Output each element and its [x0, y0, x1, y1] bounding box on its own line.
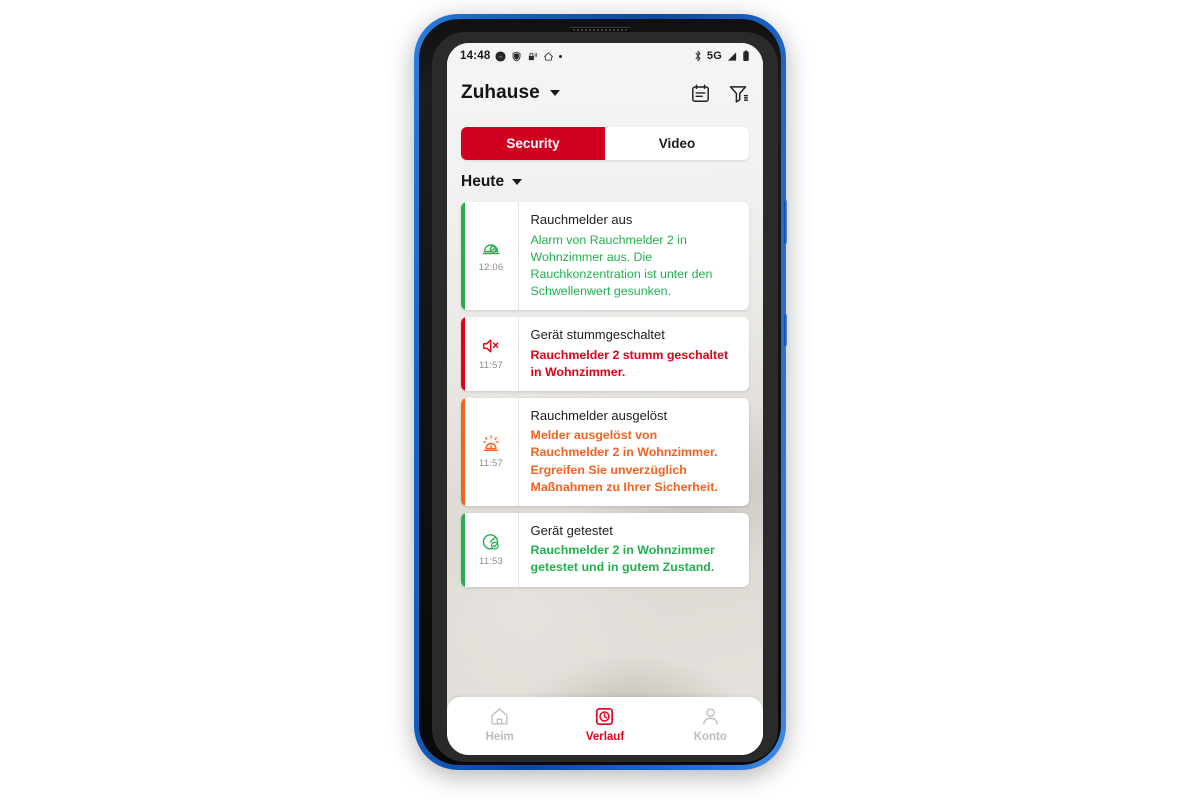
tab-security[interactable]: Security	[461, 127, 605, 160]
bluetooth-icon	[693, 50, 703, 62]
event-title: Rauchmelder aus	[530, 212, 633, 227]
siren-alarm-icon	[481, 434, 501, 454]
signal-icon	[726, 51, 738, 62]
network-label: 5G	[706, 50, 722, 62]
event-meta: 11:57	[465, 397, 519, 506]
speaker-grille	[573, 29, 627, 31]
event-title: Rauchmelder ausgelöst	[530, 407, 668, 423]
bottom-navigation: Heim Verlauf Konto	[447, 697, 763, 755]
status-bar: 14:48 5G	[447, 43, 763, 69]
more-dot-icon	[559, 54, 563, 58]
smoke-detector-ok-icon	[481, 238, 501, 258]
nav-item-heim[interactable]: Heim	[447, 706, 552, 743]
tab-video[interactable]: Video	[605, 127, 749, 160]
event-title: Gerät stummgeschaltet	[530, 326, 665, 342]
shield-icon	[511, 51, 522, 62]
event-time: 11:57	[478, 458, 504, 470]
page-root: 14:48 5G Zuhause Security Video Heute 12…	[0, 0, 1200, 800]
home-assistant-icon	[543, 51, 554, 62]
event-card[interactable]: 12:06 Rauchmelder aus Alarm von Rauchmel…	[461, 202, 749, 310]
nav-label-konto: Konto	[693, 730, 727, 743]
page-title: Zuhause	[461, 82, 540, 103]
messenger-icon	[495, 50, 506, 62]
phone-device: 14:48 5G Zuhause Security Video Heute 12…	[414, 14, 787, 770]
nav-item-konto[interactable]: Konto	[658, 706, 763, 743]
test-check-icon	[481, 532, 501, 552]
phone-screen: 14:48 5G Zuhause Security Video Heute 12…	[447, 43, 763, 755]
day-selector[interactable]: Heute	[461, 173, 523, 191]
event-time: 11:57	[478, 360, 504, 372]
app-bar: Zuhause	[447, 69, 763, 117]
event-description: Rauchmelder 2 in Wohnzimmer getestet und…	[530, 543, 715, 575]
event-description: Melder ausgelöst von Rauchmelder 2 in Wo…	[530, 428, 718, 494]
calendar-icon[interactable]	[690, 83, 711, 104]
event-card[interactable]: 11:57 Rauchmelder ausgelöst Melder ausge…	[461, 397, 750, 506]
app-bar-actions	[690, 83, 749, 104]
lock-nfc-icon	[527, 51, 538, 62]
home-selector[interactable]: Zuhause	[461, 82, 560, 104]
event-content: Rauchmelder aus Alarm von Rauchmelder 2 …	[519, 202, 750, 310]
event-description: Rauchmelder 2 stumm geschaltet in Wohnzi…	[530, 347, 729, 379]
power-button[interactable]	[784, 200, 787, 244]
event-content: Rauchmelder ausgelöst Melder ausgelöst v…	[519, 398, 750, 506]
history-icon	[594, 706, 615, 727]
event-meta: 11:53	[465, 512, 519, 587]
event-meta: 12:06	[465, 202, 519, 310]
event-title: Gerät getestet	[530, 522, 613, 538]
event-time: 11:53	[478, 556, 504, 568]
nav-item-verlauf[interactable]: Verlauf	[552, 706, 657, 743]
chevron-down-icon	[549, 90, 560, 96]
event-description: Alarm von Rauchmelder 2 in Wohnzimmer au…	[530, 232, 713, 298]
volume-button[interactable]	[784, 314, 787, 346]
status-time: 14:48	[460, 50, 491, 62]
event-card[interactable]: 11:57 Gerät stummgeschaltet Rauchmelder …	[461, 316, 750, 391]
status-bar-right: 5G	[693, 50, 750, 62]
speaker-muted-icon	[481, 336, 501, 356]
event-meta: 11:57	[465, 316, 519, 391]
filter-icon[interactable]	[728, 83, 749, 104]
event-content: Gerät stummgeschaltet Rauchmelder 2 stum…	[519, 317, 750, 391]
chevron-down-icon	[512, 179, 523, 185]
nav-label-verlauf: Verlauf	[585, 730, 625, 743]
account-icon	[700, 706, 721, 727]
battery-icon	[742, 50, 750, 62]
segmented-control: Security Video	[461, 127, 749, 160]
event-list: 12:06 Rauchmelder aus Alarm von Rauchmel…	[461, 202, 749, 587]
event-card[interactable]: 11:53 Gerät getestet Rauchmelder 2 in Wo…	[461, 512, 750, 587]
home-icon	[489, 706, 510, 727]
event-time: 12:06	[478, 262, 504, 274]
day-selector-label: Heute	[461, 173, 505, 190]
nav-label-heim: Heim	[485, 730, 514, 743]
event-content: Gerät getestet Rauchmelder 2 in Wohnzimm…	[519, 513, 750, 587]
status-bar-left: 14:48	[460, 50, 563, 62]
phone-bezel: 14:48 5G Zuhause Security Video Heute 12…	[419, 19, 781, 765]
